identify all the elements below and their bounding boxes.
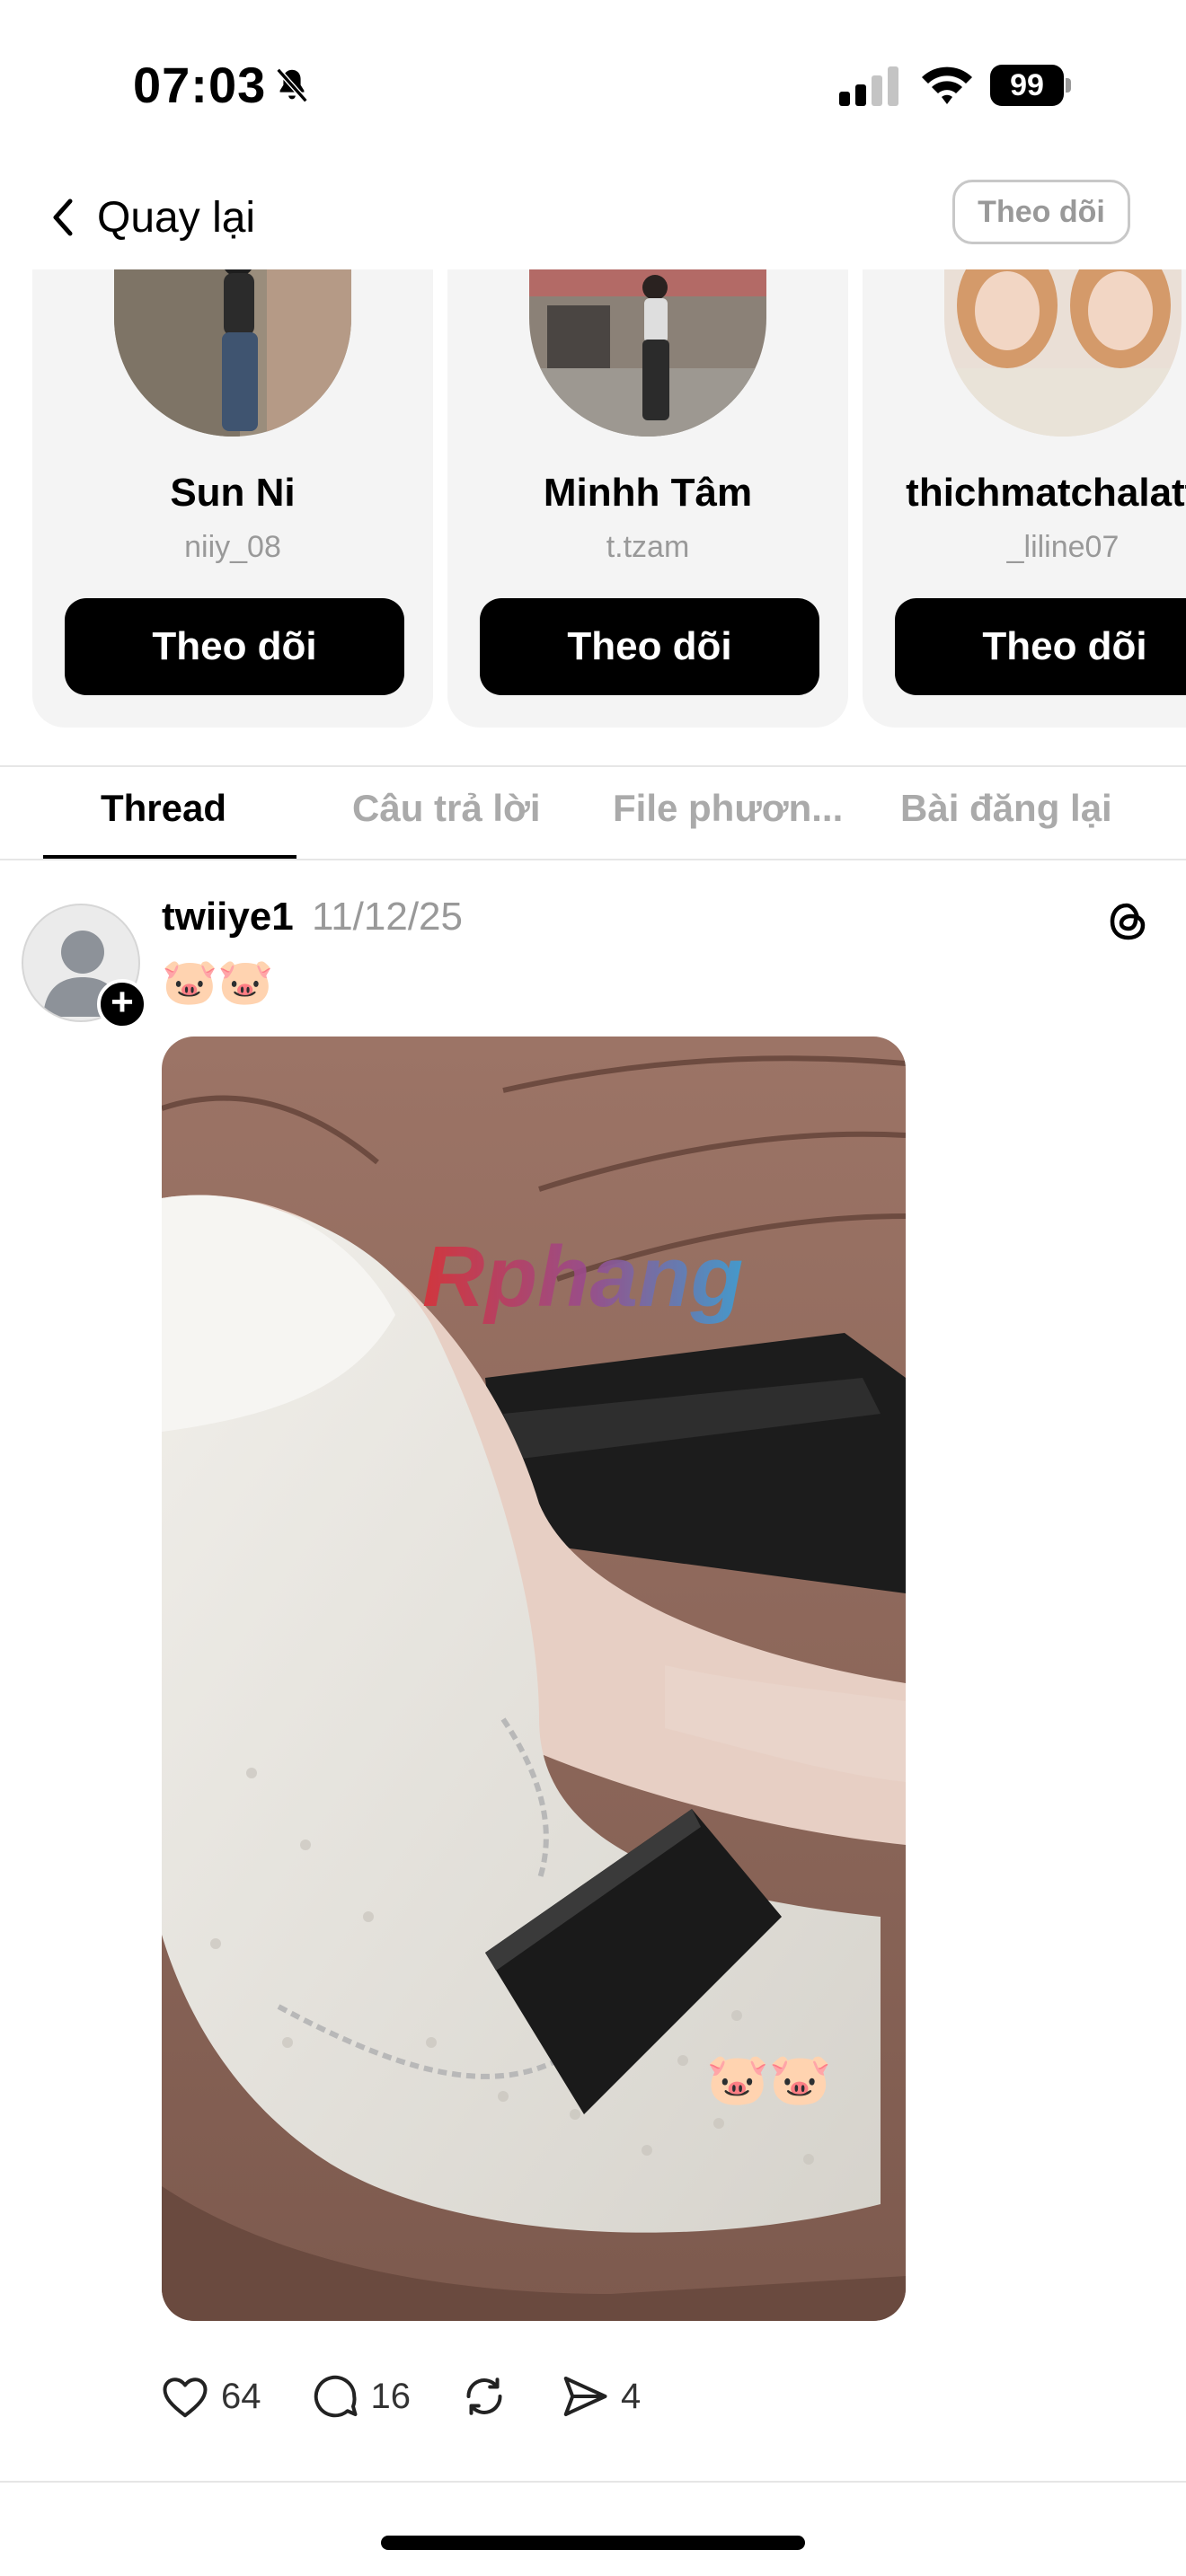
suggestion-handle: _liline07 [1006,530,1120,564]
send-icon [563,2377,607,2416]
suggestion-name: Sun Ni [170,471,296,515]
heart-icon [163,2378,208,2418]
header: Quay lại Theo dõi [0,171,1186,269]
comment-count: 16 [370,2376,412,2416]
post-username[interactable]: twiiye1 [162,895,294,939]
status-time: 07:03 [133,57,267,113]
comment-button[interactable]: 16 [308,2369,412,2423]
follow-button[interactable]: Theo dõi [480,598,819,695]
tab-thread[interactable]: Thread [101,787,226,830]
repost-button[interactable] [457,2369,511,2423]
follow-button[interactable]: Theo dõi [65,598,404,695]
follow-button[interactable]: Theo dõi [895,598,1186,695]
repost-icon [466,2378,502,2415]
post-text: 🐷🐷 [162,957,274,1007]
suggestion-card[interactable]: Minhh Tâm t.tzam Theo dõi [447,269,848,728]
suggestion-name: thichmatchalatte [906,471,1186,515]
share-count: 4 [621,2376,642,2416]
wifi-icon [922,66,972,104]
battery-icon: 99 [990,65,1071,106]
suggested-profiles: Sun Ni niiy_08 Theo dõi Minhh Tâm t.tzam… [0,269,1186,729]
threads-logo-icon[interactable] [1103,896,1154,947]
avatar[interactable] [944,269,1182,437]
tab-reposts[interactable]: Bài đăng lại [900,787,1112,830]
post-date: 11/12/25 [311,895,463,939]
signal-icon [839,66,898,106]
like-count: 64 [221,2376,261,2416]
post-image[interactable]: Rphang 🐷🐷 [162,1037,906,2321]
post-meta: twiiye1 11/12/25 [162,895,463,940]
battery-level: 99 [990,65,1064,106]
tab-replies[interactable]: Câu trả lời [352,787,541,830]
divider [0,2481,1186,2483]
header-follow-button[interactable]: Theo dõi [952,180,1130,244]
back-button[interactable]: Quay lại [45,185,255,250]
comment-icon [314,2375,357,2418]
suggestion-handle: niiy_08 [184,530,281,564]
chevron-left-icon [53,198,73,236]
suggestion-name: Minhh Tâm [543,471,753,515]
share-button[interactable]: 4 [558,2369,641,2423]
post-actions: 64 16 4 [158,2368,687,2425]
suggestion-card[interactable]: Sun Ni niiy_08 Theo dõi [32,269,433,728]
tab-media[interactable]: File phươn... [613,787,843,830]
status-bar: 07:03 99 [0,0,1186,171]
profile-tabs: Thread Câu trả lời File phươn... Bài đăn… [0,765,1186,860]
image-sticker: 🐷🐷 [706,2051,831,2108]
back-label: Quay lại [97,193,256,242]
follow-plus-icon[interactable]: + [97,979,147,1029]
suggestion-handle: t.tzam [606,530,690,564]
bell-slash-icon [276,67,308,103]
like-button[interactable]: 64 [158,2369,261,2423]
suggestion-card[interactable]: thichmatchalatte _liline07 Theo dõi [863,269,1186,728]
divider [0,859,1186,860]
image-watermark: Rphang [422,1229,743,1325]
avatar[interactable] [529,269,766,437]
home-indicator[interactable] [381,2536,805,2550]
avatar[interactable] [114,269,351,437]
post: + twiiye1 11/12/25 🐷🐷 Rphang 🐷🐷 64 16 4 [0,862,1186,2479]
